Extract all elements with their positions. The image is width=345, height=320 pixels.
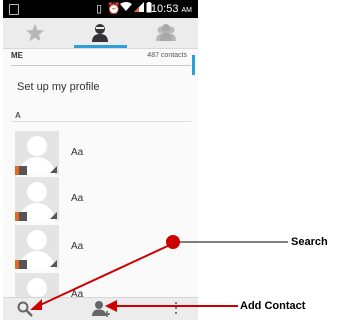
add-contact-annotation-label: Add Contact bbox=[240, 300, 306, 312]
tab-groups[interactable] bbox=[133, 18, 198, 48]
me-label: ME bbox=[11, 51, 23, 60]
selected-tab-indicator bbox=[74, 45, 127, 48]
vibrate-icon: ▯ bbox=[96, 3, 103, 15]
me-section-header: ME 487 contacts bbox=[11, 51, 191, 66]
wifi-icon bbox=[120, 2, 132, 16]
contact-list[interactable]: ME 487 contacts Set up my profile A Aa A… bbox=[3, 49, 198, 317]
phone-screen: ▯ ⏰ 10:53 AM ME 487 contacts Set up my p… bbox=[3, 0, 198, 320]
avatar bbox=[15, 177, 59, 221]
section-divider bbox=[11, 121, 191, 122]
signal-icon bbox=[134, 2, 144, 16]
avatar bbox=[15, 225, 59, 269]
person-icon bbox=[92, 24, 108, 42]
sd-card-icon bbox=[9, 4, 19, 15]
search-icon bbox=[17, 301, 33, 317]
contact-count: 487 contacts bbox=[147, 52, 187, 59]
search-button[interactable] bbox=[16, 300, 34, 319]
contact-name: Aa bbox=[71, 193, 84, 204]
search-annotation-label: Search bbox=[291, 236, 328, 248]
group-icon bbox=[156, 24, 176, 41]
status-time: 10:53 AM bbox=[150, 3, 192, 15]
contact-name: Aa bbox=[71, 147, 84, 158]
star-icon bbox=[26, 24, 44, 42]
avatar bbox=[15, 131, 59, 175]
setup-profile-item[interactable]: Set up my profile bbox=[17, 81, 100, 93]
section-header-a: A bbox=[15, 111, 21, 120]
add-contact-icon bbox=[92, 301, 110, 317]
bottom-action-bar bbox=[3, 297, 198, 320]
alarm-icon: ⏰ bbox=[107, 3, 121, 15]
add-contact-button[interactable] bbox=[92, 300, 110, 319]
scrollbar[interactable] bbox=[192, 55, 195, 75]
contact-name: Aa bbox=[71, 241, 84, 252]
overflow-menu-icon[interactable] bbox=[174, 302, 178, 318]
status-bar: ▯ ⏰ 10:53 AM bbox=[3, 0, 198, 18]
tab-favorites[interactable] bbox=[3, 18, 68, 48]
tab-bar bbox=[3, 18, 198, 49]
tab-contacts[interactable] bbox=[68, 18, 133, 48]
